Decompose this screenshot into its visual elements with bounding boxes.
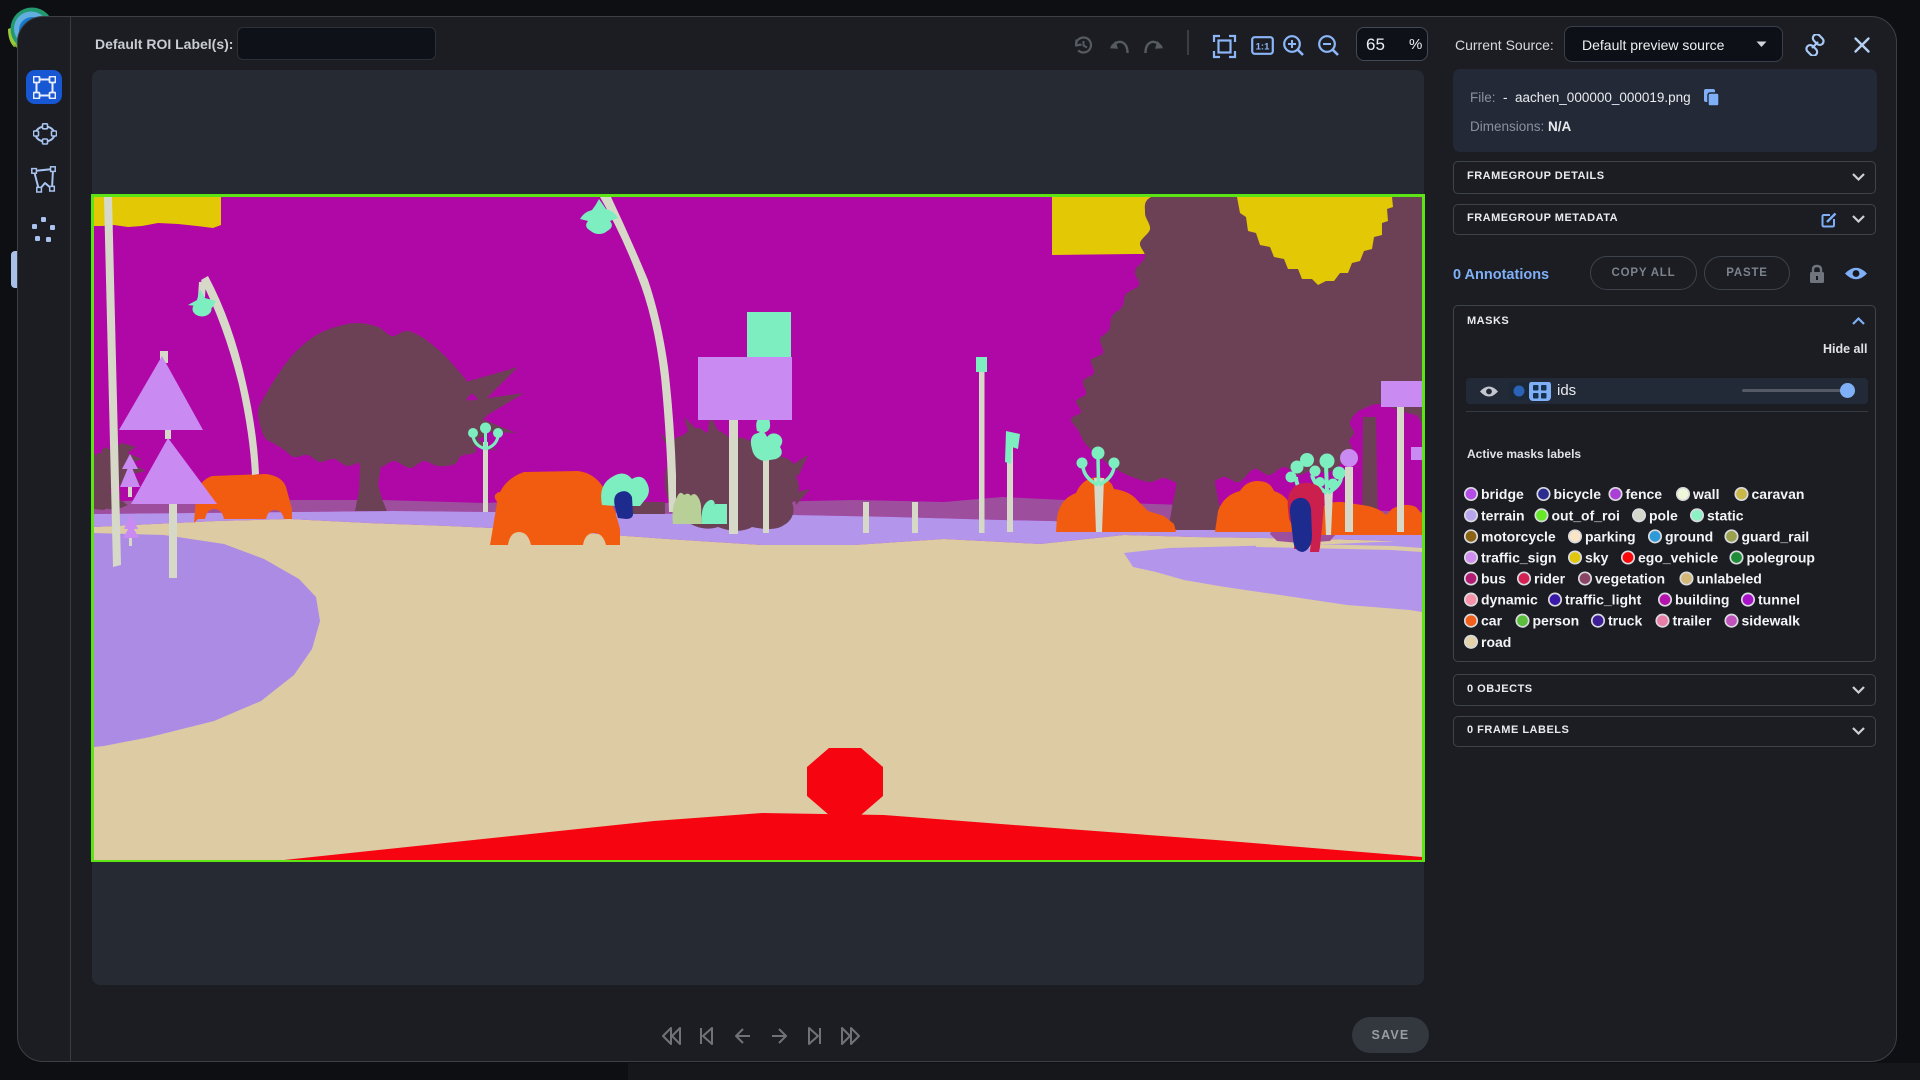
svg-text:motorcycle: motorcycle: [1481, 528, 1556, 544]
svg-text:out_of_roi: out_of_roi: [1552, 507, 1620, 523]
svg-text:static: static: [1707, 507, 1744, 523]
svg-text:trailer: trailer: [1673, 613, 1712, 629]
svg-text:ground: ground: [1665, 528, 1713, 544]
svg-text:rider: rider: [1534, 571, 1566, 587]
svg-text:1:1: 1:1: [1256, 42, 1270, 53]
svg-text:ego_vehicle: ego_vehicle: [1638, 550, 1718, 566]
svg-text:building: building: [1675, 592, 1729, 608]
svg-text:tunnel: tunnel: [1758, 592, 1800, 608]
svg-text:wall: wall: [1692, 486, 1719, 502]
svg-text:dynamic: dynamic: [1481, 592, 1538, 608]
svg-text:unlabeled: unlabeled: [1697, 571, 1762, 587]
svg-text:fence: fence: [1626, 486, 1663, 502]
svg-text:caravan: caravan: [1752, 486, 1805, 502]
svg-text:sidewalk: sidewalk: [1742, 613, 1801, 629]
svg-text:bicycle: bicycle: [1554, 486, 1602, 502]
svg-text:car: car: [1481, 613, 1503, 629]
svg-text:terrain: terrain: [1481, 507, 1525, 523]
svg-text:traffic_light: traffic_light: [1565, 592, 1642, 608]
svg-text:parking: parking: [1585, 528, 1636, 544]
svg-text:bus: bus: [1481, 571, 1506, 587]
svg-text:sky: sky: [1585, 550, 1609, 566]
svg-text:person: person: [1533, 613, 1580, 629]
svg-text:bridge: bridge: [1481, 486, 1524, 502]
svg-text:truck: truck: [1608, 613, 1642, 629]
svg-text:pole: pole: [1649, 507, 1678, 523]
svg-text:traffic_sign: traffic_sign: [1481, 550, 1556, 566]
svg-text:road: road: [1481, 634, 1511, 650]
svg-text:vegetation: vegetation: [1595, 571, 1665, 587]
svg-text:polegroup: polegroup: [1747, 550, 1815, 566]
svg-text:guard_rail: guard_rail: [1742, 528, 1810, 544]
